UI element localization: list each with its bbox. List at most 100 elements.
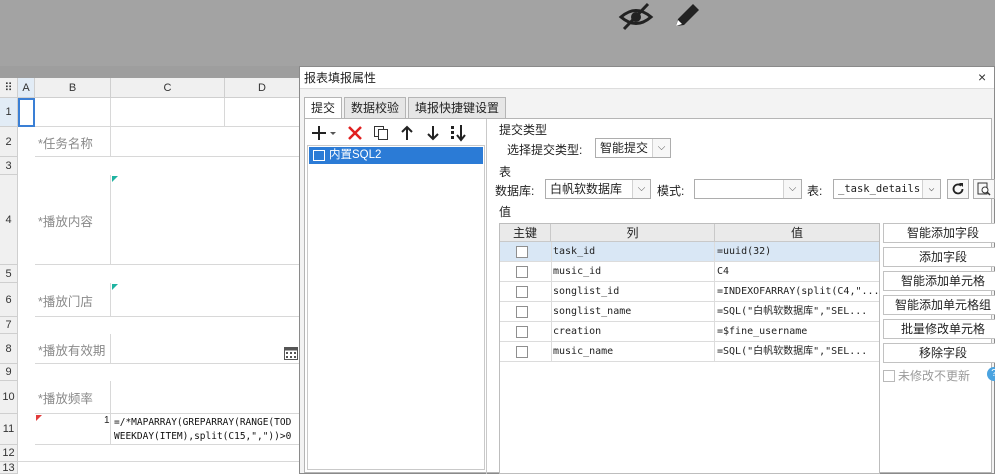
top-toolbar (0, 0, 995, 66)
col-header-c[interactable]: C (111, 78, 225, 98)
row-header[interactable]: 7 (0, 317, 18, 334)
move-down-icon[interactable] (423, 123, 443, 143)
cell[interactable] (111, 175, 300, 265)
table-icon (313, 150, 325, 161)
row-header[interactable]: 6 (0, 283, 18, 317)
tab-shortcut-settings[interactable]: 填报快捷键设置 (408, 97, 506, 119)
primary-key-checkbox[interactable] (516, 326, 528, 338)
smart-add-cell-group-button[interactable]: 智能添加单元格组 (883, 295, 995, 315)
row-header[interactable]: 8 (0, 334, 18, 364)
search-icon (977, 182, 991, 196)
checkbox-box[interactable] (883, 370, 895, 382)
row-header[interactable]: 11 (0, 414, 18, 445)
col-header-d[interactable]: D (225, 78, 300, 98)
primary-key-checkbox[interactable] (516, 246, 528, 258)
table-select[interactable]: _task_details ⌵ (833, 179, 941, 199)
refresh-icon (952, 183, 964, 195)
submit-type-select[interactable]: 智能提交 ⌵ (595, 138, 671, 158)
label-play-validity: *播放有效期 (38, 343, 106, 358)
report-fill-properties-dialog: 报表填报属性 × 提交 数据校验 填报快捷键设置 内置SQL2 提交类型 选择提… (299, 66, 995, 474)
cell[interactable] (111, 127, 300, 157)
cell-a1-selected[interactable] (18, 98, 35, 127)
preview-table-button[interactable] (973, 179, 995, 199)
eye-off-icon[interactable] (618, 0, 654, 32)
delete-icon[interactable] (345, 123, 365, 143)
table-row[interactable]: songlist_name =SQL("白帆软数据库","SEL... (500, 302, 879, 322)
submit-settings-pane: 提交类型 选择提交类型: 智能提交 ⌵ 表 数据库: 白帆软数据库 ⌵ 模式: … (491, 119, 995, 474)
column-header-column[interactable]: 列 (551, 224, 715, 242)
submit-list-pane: 内置SQL2 (305, 119, 487, 474)
list-item-builtin-sql[interactable]: 内置SQL2 (309, 147, 483, 164)
cell[interactable] (111, 283, 300, 317)
pencil-icon[interactable] (668, 0, 704, 32)
row-header[interactable]: 3 (0, 157, 18, 175)
close-icon[interactable]: × (978, 69, 992, 85)
label-play-store: *播放门店 (38, 294, 93, 309)
sort-icon[interactable] (449, 123, 469, 143)
cell[interactable] (111, 334, 300, 364)
row-header[interactable]: 9 (0, 364, 18, 381)
smart-add-cell-button[interactable]: 智能添加单元格 (883, 271, 995, 291)
cell[interactable] (225, 98, 300, 127)
column-header-value[interactable]: 值 (715, 224, 879, 242)
row-header[interactable]: 13 (0, 462, 18, 474)
table-group-label: 表 (499, 165, 512, 179)
move-up-icon[interactable] (397, 123, 417, 143)
tab-submit[interactable]: 提交 (304, 97, 342, 120)
dialog-title: 报表填报属性 (300, 67, 994, 89)
primary-key-checkbox[interactable] (516, 346, 528, 358)
col-header-b[interactable]: B (35, 78, 111, 98)
col-header-a[interactable]: A (18, 78, 35, 98)
cell[interactable] (111, 381, 300, 414)
smart-add-field-button[interactable]: 智能添加字段 (883, 223, 995, 243)
submit-type-label: 选择提交类型: (507, 143, 583, 157)
error-marker (36, 415, 42, 421)
table-row[interactable]: task_id =uuid(32) (500, 242, 879, 262)
column-header-primary-key[interactable]: 主键 (500, 224, 551, 242)
batch-modify-cells-button[interactable]: 批量修改单元格 (883, 319, 995, 339)
remove-field-button[interactable]: 移除字段 (883, 343, 995, 363)
table-row[interactable]: creation =$fine_username (500, 322, 879, 342)
cell[interactable] (111, 98, 225, 127)
cell[interactable] (35, 414, 111, 445)
tab-body: 内置SQL2 提交类型 选择提交类型: 智能提交 ⌵ 表 数据库: 白帆软数据库… (304, 118, 995, 474)
label-play-frequency: *播放频率 (38, 392, 93, 406)
help-icon[interactable]: ? (987, 367, 995, 381)
table-label: 表: (807, 184, 823, 198)
add-dropdown-icon[interactable] (311, 123, 337, 143)
calendar-icon[interactable] (284, 347, 298, 360)
label-task-name: *任务名称 (38, 136, 93, 151)
comment-marker (112, 284, 118, 290)
comment-marker (112, 176, 118, 182)
cell[interactable] (18, 445, 300, 462)
value-group-label: 值 (499, 205, 512, 219)
row-header[interactable]: 10 (0, 381, 18, 414)
table-row[interactable]: songlist_id =INDEXOFARRAY(split(C4,"... (500, 282, 879, 302)
table-row[interactable]: music_id C4 (500, 262, 879, 282)
cell[interactable] (35, 98, 111, 127)
mode-select[interactable]: ⌵ (694, 179, 802, 199)
primary-key-checkbox[interactable] (516, 306, 528, 318)
unchanged-no-update-checkbox[interactable]: 未修改不更新 (883, 367, 970, 383)
cell-b11-value: 1 (104, 415, 110, 426)
row-header[interactable]: 2 (0, 127, 18, 157)
row-header[interactable]: 4 (0, 175, 18, 265)
row-header[interactable]: 12 (0, 445, 18, 462)
primary-key-checkbox[interactable] (516, 266, 528, 278)
copy-icon[interactable] (371, 123, 391, 143)
spreadsheet: ⠿ A B C D 1 2 3 4 5 6 7 8 9 10 11 12 13 … (0, 78, 300, 474)
database-select[interactable]: 白帆软数据库 ⌵ (545, 179, 651, 199)
formula-line-1: =/*MAPARRAY(GREPARRAY(RANGE(TOD (114, 417, 292, 428)
table-row[interactable]: music_name =SQL("白帆软数据库","SEL... (500, 342, 879, 362)
row-header[interactable]: 1 (0, 98, 18, 127)
refresh-button[interactable] (947, 179, 969, 199)
primary-key-checkbox[interactable] (516, 286, 528, 298)
chevron-down-icon: ⌵ (783, 180, 801, 198)
row-header[interactable]: 5 (0, 265, 18, 283)
database-label: 数据库: (495, 184, 535, 198)
tab-data-validation[interactable]: 数据校验 (344, 97, 406, 119)
label-play-content: *播放内容 (38, 214, 93, 229)
sheet-corner[interactable]: ⠿ (0, 78, 18, 98)
submit-list[interactable]: 内置SQL2 (307, 145, 485, 470)
add-field-button[interactable]: 添加字段 (883, 247, 995, 267)
